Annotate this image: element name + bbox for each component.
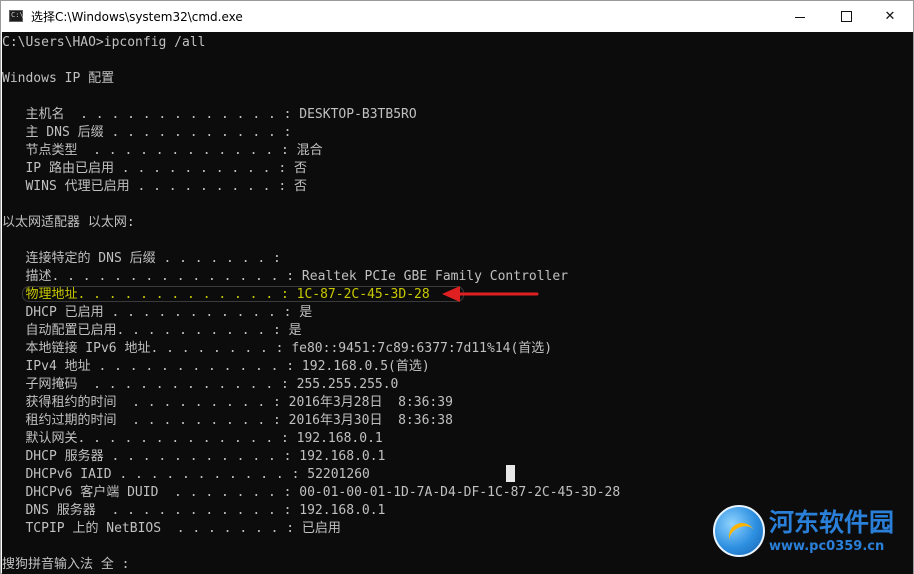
logo-swoosh-icon (724, 518, 760, 554)
cmd-window: C:\ 选择C:\Windows\system32\cmd.exe ✕ C:\U… (0, 0, 914, 574)
title-bar[interactable]: C:\ 选择C:\Windows\system32\cmd.exe ✕ (1, 1, 913, 32)
watermark-logo: 河东软件园 www.pc0359.cn (707, 501, 912, 567)
minimize-icon (795, 17, 805, 18)
console-output[interactable]: C:\Users\HAO>ipconfig /all Windows IP 配置 … (2, 32, 913, 574)
watermark-url: www.pc0359.cn (769, 539, 885, 554)
maximize-icon (841, 11, 852, 22)
window-title: 选择C:\Windows\system32\cmd.exe (31, 10, 243, 24)
maximize-button[interactable] (823, 1, 869, 32)
cmd-app-icon[interactable]: C:\ (9, 10, 24, 22)
close-icon: ✕ (884, 9, 896, 24)
vertical-scrollbar[interactable] (904, 32, 913, 574)
cmd-icon-label: C:\ (11, 11, 24, 19)
close-button[interactable]: ✕ (867, 1, 913, 32)
annotation-arrow-icon (442, 286, 539, 302)
minimize-button[interactable] (777, 1, 823, 32)
logo-emblem-icon (713, 505, 765, 557)
watermark-name: 河东软件园 (769, 508, 895, 537)
